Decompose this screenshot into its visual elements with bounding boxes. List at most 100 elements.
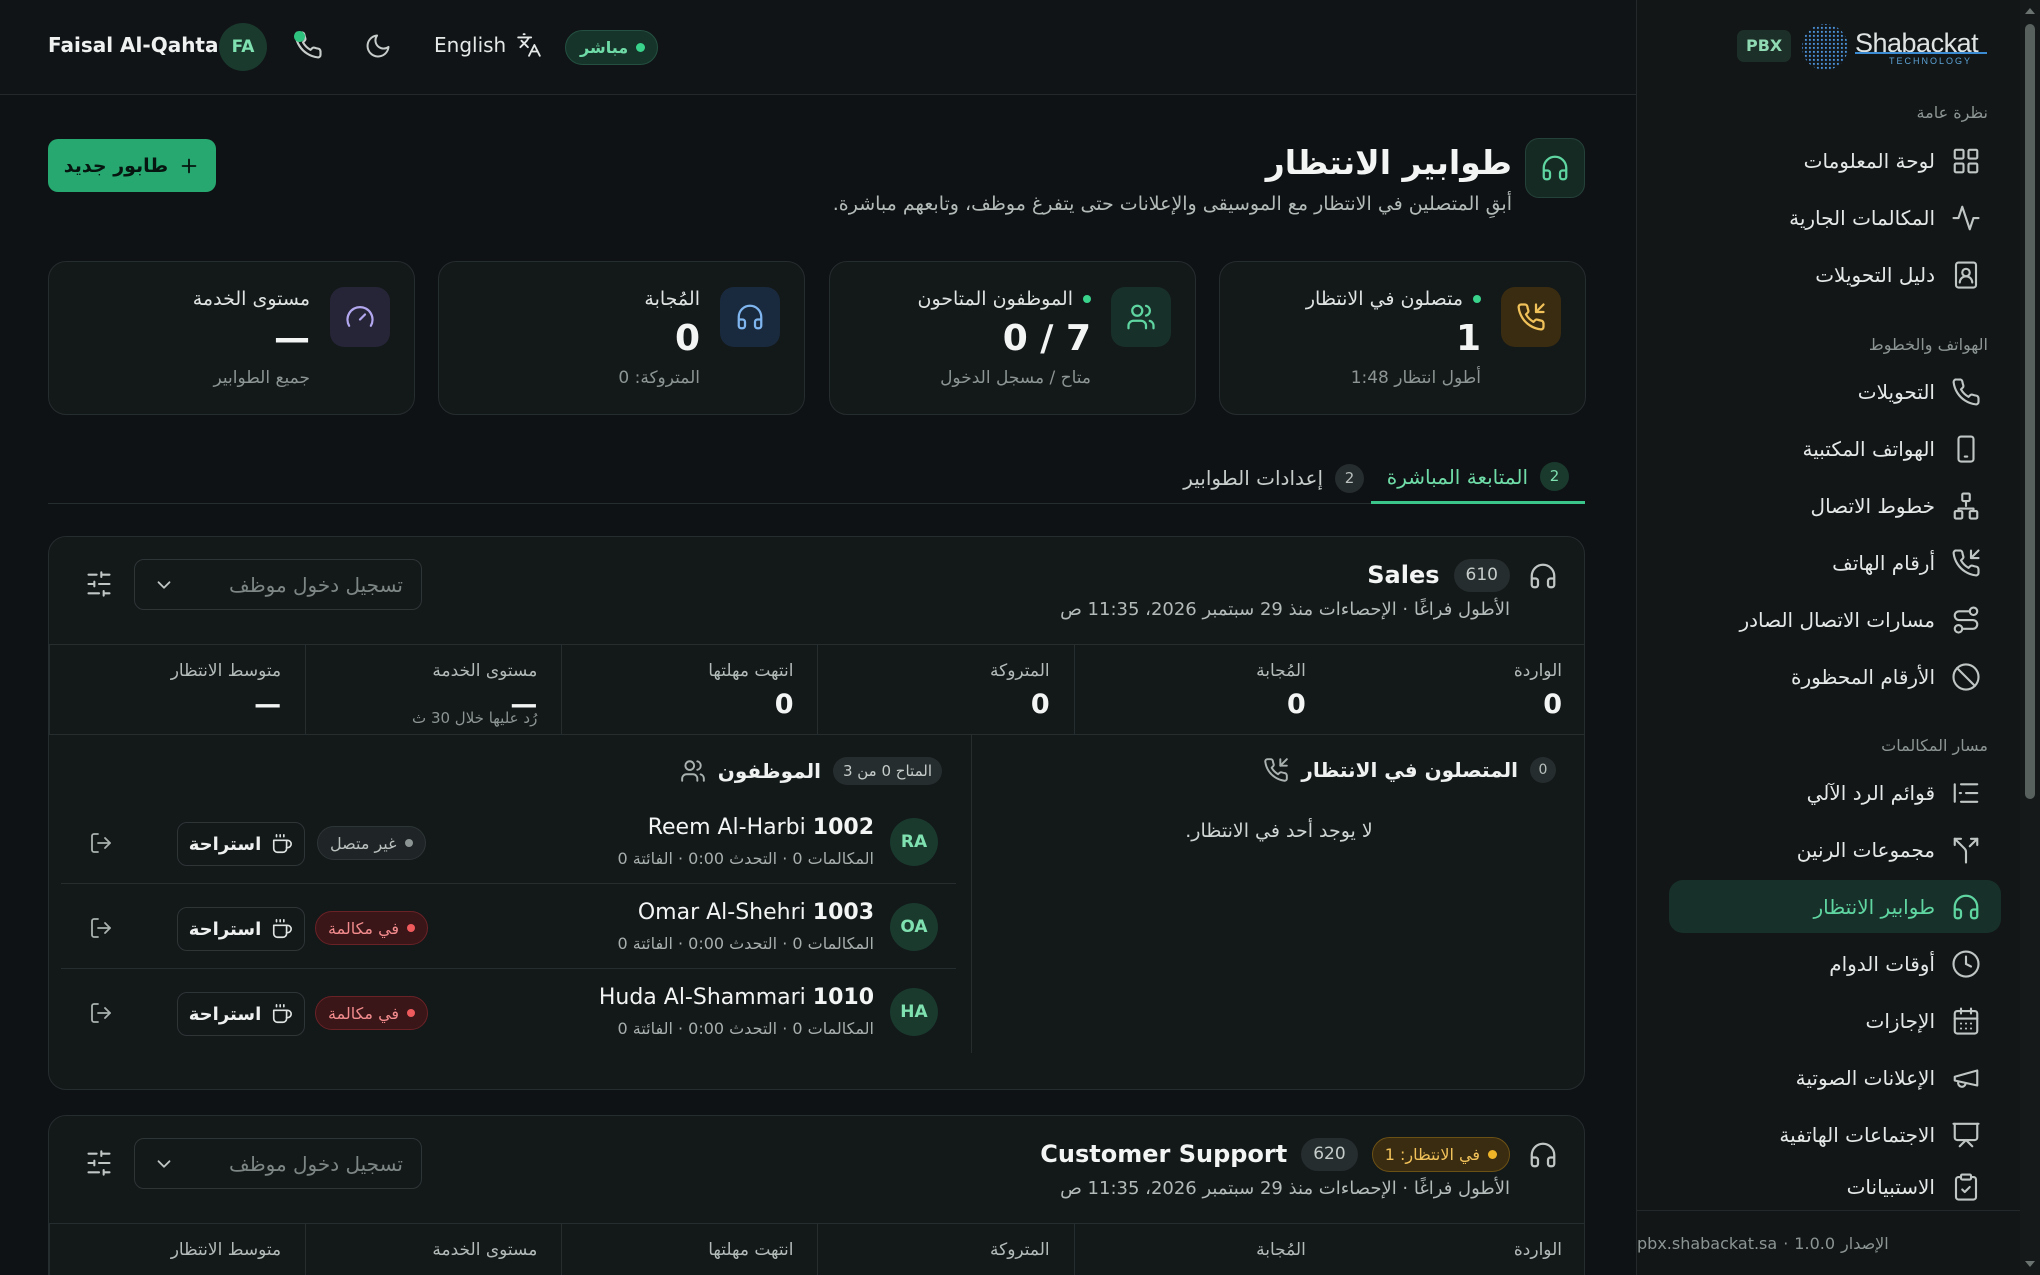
page-icon [1525, 138, 1585, 198]
stat-card-available-agents: الموظفون المتاحون 0 / 7 متاح / مسجل الدخ… [829, 261, 1196, 415]
sidebar-item-label: المكالمات الجارية [1789, 205, 1935, 230]
sidebar-item-announcements[interactable]: الإعلانات الصوتية [1669, 1051, 2001, 1104]
queue-stat-timed-out: انتهت مهلتها [561, 1224, 817, 1275]
sidebar-item-business-hours[interactable]: أوقات الدوام [1669, 937, 2001, 990]
clock-icon [1952, 949, 1980, 978]
agent-status-badge: في مكالمة [315, 911, 429, 945]
chevron-down-icon [157, 1159, 171, 1168]
sidebar-item-label: طوابير الانتظار [1813, 894, 1935, 919]
window-scrollbar[interactable] [2020, 0, 2040, 1275]
phone-incoming-icon [1517, 303, 1545, 331]
page-title: طوابير الانتظار [1265, 143, 1512, 182]
stat-icon-service-level [330, 287, 390, 347]
sidebar-item-extensions[interactable]: التحويلات [1669, 365, 2001, 418]
queue-stat-service-level: مستوى الخدمة — رُد عليها خلال 30 ث [305, 645, 561, 735]
queue-stat-answered: المُجابة 0 [1073, 645, 1330, 735]
brand-underline [1855, 52, 1987, 54]
sidebar-item-label: دليل التحويلات [1815, 262, 1935, 287]
tab-queue-settings[interactable]: إعدادات الطوابير 2 [1183, 452, 1364, 504]
live-status-label: مباشر [580, 38, 629, 57]
tab-label: المتابعة المباشرة [1386, 464, 1528, 489]
queue-meta: الأطول فراغًا · الإحصاءات منذ 29 سبتمبر … [1060, 1178, 1510, 1199]
language-switcher[interactable]: English [434, 32, 542, 58]
translate-icon [517, 33, 541, 57]
stat-value: 1 [1455, 318, 1481, 359]
sidebar-item-conferences[interactable]: الاجتماعات الهاتفية [1669, 1108, 2001, 1161]
agent-login-select[interactable]: تسجيل دخول موظف [134, 559, 422, 610]
sidebar-item-ivr-menus[interactable]: قوائم الرد الآلي [1669, 766, 2001, 819]
live-dot [636, 43, 646, 52]
user-name: Faisal Al-Qahtani [48, 33, 240, 57]
phone-incoming-icon [1264, 758, 1289, 782]
sidebar-item-label: التحويلات [1857, 379, 1935, 404]
service-level-note: رُد عليها خلال 30 ث [412, 709, 538, 727]
stat-label: متصلون في الانتظار [1306, 288, 1481, 310]
break-button[interactable]: استراحة [177, 822, 305, 866]
agents-pane-title: الموظفون المتاح 0 من 3 [680, 757, 942, 785]
queue-body: المتصلون في الانتظار 0 لا يوجد أحد في ال… [49, 735, 1584, 1054]
sidebar-item-blocked-numbers[interactable]: الأرقام المحظورة [1669, 650, 2001, 703]
queue-extension: 620 [1301, 1137, 1358, 1171]
language-label: English [434, 33, 507, 57]
queue-card-sales: Sales 610 الأطول فراغًا · الإحصاءات منذ … [48, 536, 1585, 1090]
agent-row: HA Huda Al-Shammari 1010 المكالمات 0 · ا… [61, 969, 956, 1054]
theme-toggle[interactable] [364, 32, 398, 66]
split-icon [1953, 837, 1979, 864]
headset-icon [737, 304, 763, 330]
sidebar-item-outbound-routes[interactable]: مسارات الاتصال الصادر [1669, 593, 2001, 646]
sidebar-item-trunks[interactable]: خطوط الاتصال [1669, 479, 2001, 532]
queue-stat-answered: المُجابة [1073, 1224, 1330, 1275]
softphone-status-dot [294, 31, 305, 42]
section-phones-lines: الهواتف والخطوط [1868, 335, 1988, 354]
sidebar-item-active-calls[interactable]: المكالمات الجارية [1669, 191, 2001, 244]
break-button[interactable]: استراحة [177, 907, 305, 951]
brand-name: Shabackat [1855, 28, 1979, 58]
agent-login-select[interactable]: تسجيل دخول موظف [134, 1138, 422, 1189]
logout-agent-icon[interactable] [89, 916, 113, 940]
sidebar-item-label: لوحة المعلومات [1803, 148, 1935, 173]
logout-agent-icon[interactable] [89, 831, 113, 855]
sidebar-item-ring-groups[interactable]: مجموعات الرنين [1669, 823, 2001, 876]
user-avatar[interactable]: FA [219, 23, 267, 71]
sidebar-item-queues[interactable]: طوابير الانتظار [1669, 880, 2001, 933]
callers-pane-title: المتصلون في الانتظار 0 [1263, 757, 1556, 783]
stat-note: أطول انتظار 1:48 [1350, 368, 1481, 388]
agent-select-placeholder: تسجيل دخول موظف [228, 572, 403, 597]
queue-stats: الواردة 0 المُجابة 0 المتروكة 0 انتهت مهلته… [49, 645, 1584, 735]
break-button[interactable]: استراحة [177, 992, 305, 1036]
sidebar-item-label: خطوط الاتصال [1810, 493, 1935, 518]
queue-name: Sales [1367, 561, 1440, 589]
sidebar-item-holidays[interactable]: الإجازات [1669, 994, 2001, 1047]
queue-waiting-badge: في الانتظار: 1 [1371, 1136, 1510, 1172]
network-icon [1953, 491, 1979, 520]
sidebar-item-extension-directory[interactable]: دليل التحويلات [1669, 248, 2001, 301]
stat-icon-answered [720, 287, 780, 347]
queue-stat-incoming: الواردة [1513, 1240, 1562, 1260]
new-queue-button[interactable]: طابور جديد [48, 139, 216, 192]
stat-icon-waiting [1501, 287, 1561, 347]
tab-live-monitoring[interactable]: المتابعة المباشرة 2 [1370, 452, 1585, 504]
sidebar-item-dashboard[interactable]: لوحة المعلومات [1669, 134, 2001, 187]
logout-agent-icon[interactable] [89, 1001, 113, 1025]
stat-label: المُجابة [644, 288, 700, 310]
queue-stat-avg-wait: متوسط الانتظار — [49, 645, 305, 735]
stat-value: 0 / 7 [1002, 318, 1091, 359]
sidebar-item-phone-numbers[interactable]: أرقام الهاتف [1669, 536, 2001, 589]
sliders-icon[interactable] [85, 1149, 113, 1177]
live-dot [1473, 295, 1481, 303]
queue-stat-avg-wait: متوسط الانتظار [49, 1224, 305, 1275]
footer-separator: · [1783, 1233, 1789, 1253]
stat-label: مستوى الخدمة [192, 288, 310, 310]
sliders-icon[interactable] [85, 570, 113, 598]
gauge-icon [346, 305, 374, 327]
sidebar-item-label: الهواتف المكتبية [1802, 436, 1935, 461]
queue-header: Customer Support 620 في الانتظار: 1 الأط… [49, 1116, 1584, 1224]
calendar-icon [1953, 1006, 1979, 1035]
sidebar-item-desk-phones[interactable]: الهواتف المكتبية [1669, 422, 2001, 475]
version-label: الإصدار [1841, 1233, 1889, 1253]
stat-note: جميع الطوابير [213, 368, 310, 388]
stat-value: — [274, 318, 310, 359]
sidebar-item-surveys[interactable]: الاستبيانات [1669, 1164, 2001, 1210]
desk-phone-icon [1957, 434, 1975, 463]
queue-stat-abandoned: المتروكة [817, 1224, 1073, 1275]
